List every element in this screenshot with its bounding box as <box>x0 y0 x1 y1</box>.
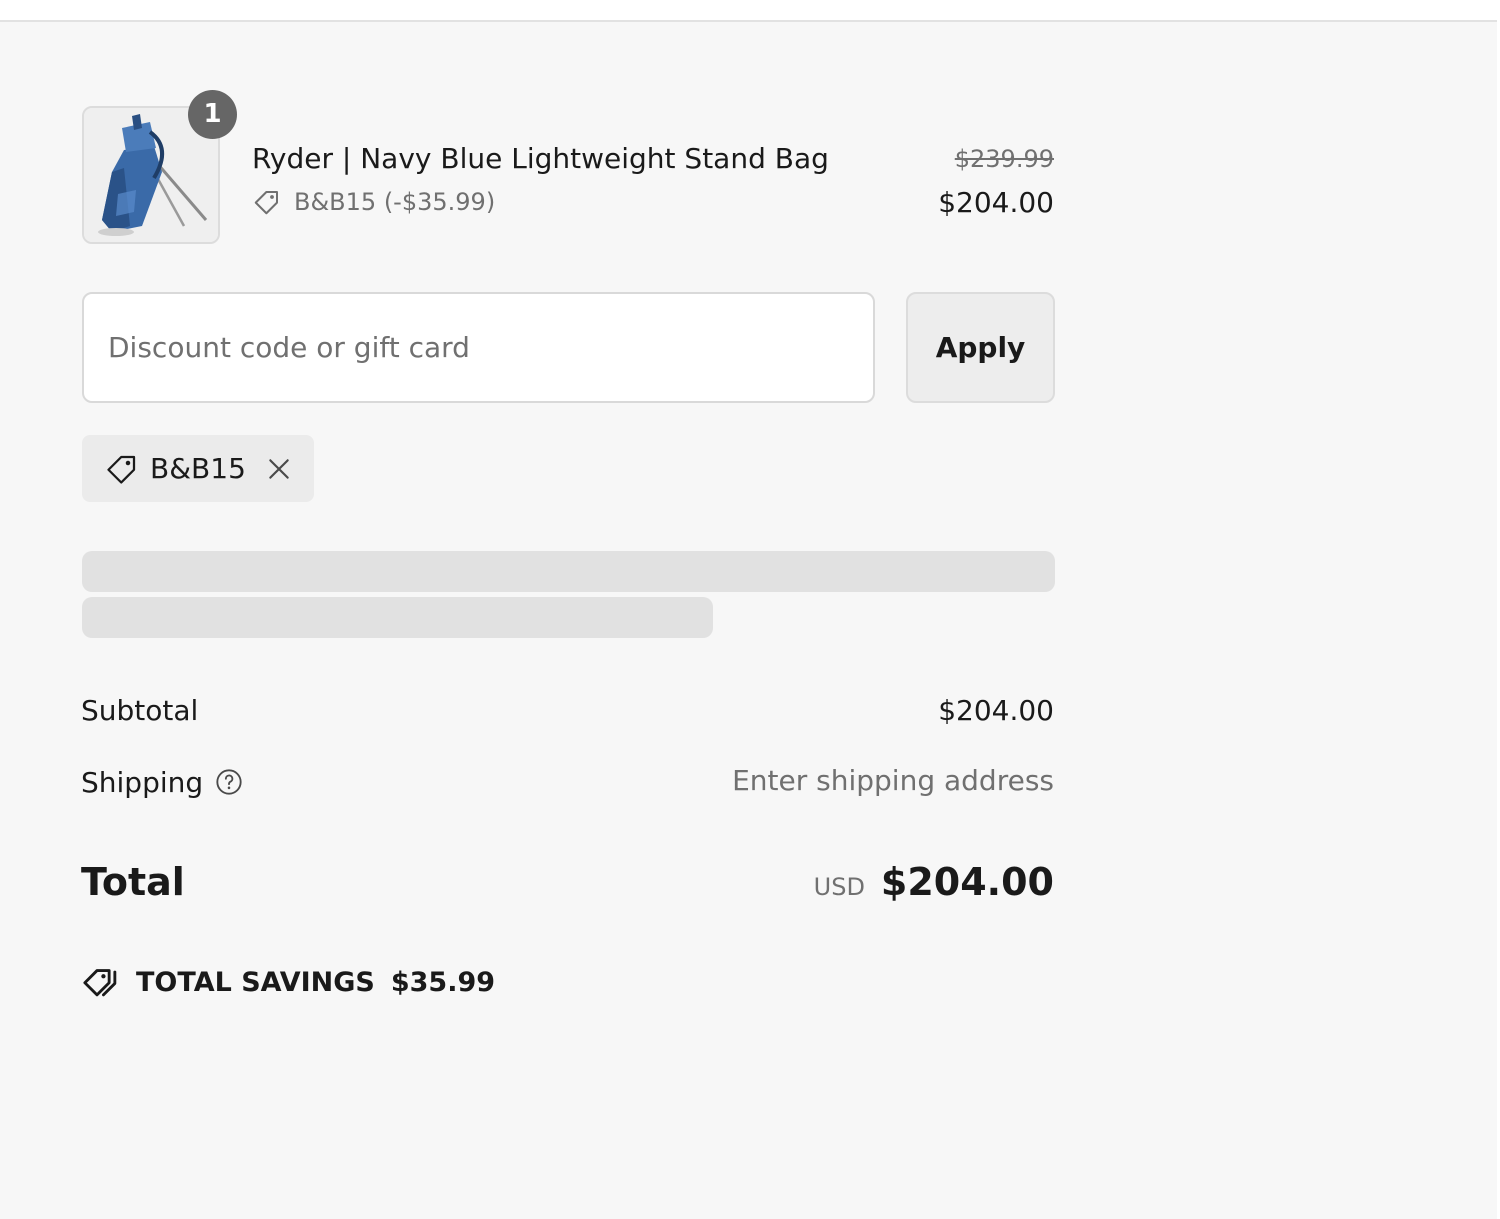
total-amount: USD $204.00 <box>814 857 1054 907</box>
loading-skeleton-line <box>82 597 713 638</box>
product-discount: B&B15 (-$35.99) <box>252 185 495 219</box>
product-title: Ryder | Navy Blue Lightweight Stand Bag <box>252 142 829 175</box>
shipping-label-row: Shipping <box>81 760 243 804</box>
final-price: $204.00 <box>938 186 1054 219</box>
tag-icon <box>107 455 136 484</box>
shipping-value: Enter shipping address <box>732 764 1054 797</box>
loading-skeleton-line <box>82 551 1055 592</box>
help-icon[interactable] <box>215 768 243 796</box>
total-label: Total <box>81 860 185 904</box>
total-savings: TOTAL SAVINGS $35.99 <box>82 960 495 1004</box>
currency-code: USD <box>813 873 865 901</box>
subtotal-value: $204.00 <box>938 694 1054 727</box>
remove-discount-button[interactable] <box>264 454 294 484</box>
product-discount-label: B&B15 (-$35.99) <box>294 188 496 216</box>
discount-code-input[interactable] <box>82 292 875 403</box>
tag-icon <box>254 191 278 215</box>
total-value: $204.00 <box>880 860 1054 904</box>
subtotal-label: Subtotal <box>81 694 199 727</box>
savings-tags-icon <box>83 969 117 997</box>
total-savings-value: $35.99 <box>390 966 496 998</box>
applied-discount-chip: B&B15 <box>82 435 314 502</box>
total-savings-label: TOTAL SAVINGS <box>136 966 375 998</box>
original-price: $239.99 <box>954 145 1054 173</box>
header-bar <box>0 0 1500 22</box>
apply-button[interactable]: Apply <box>906 292 1055 403</box>
quantity-badge: 1 <box>188 90 237 139</box>
shipping-label: Shipping <box>81 765 204 799</box>
applied-code-label: B&B15 <box>150 452 246 485</box>
close-icon <box>269 458 289 479</box>
